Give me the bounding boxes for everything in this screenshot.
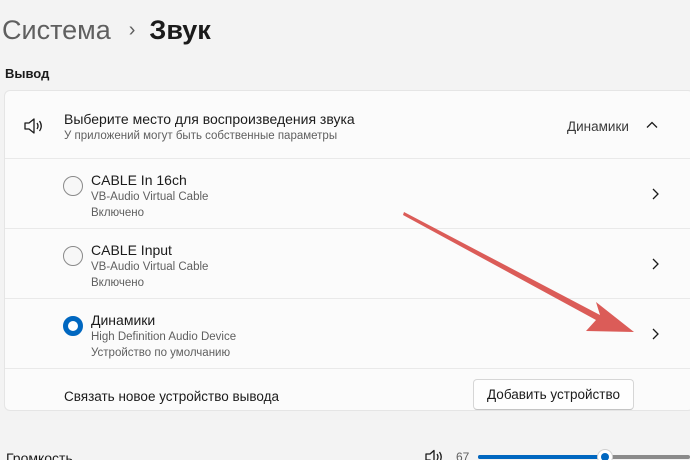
- device-name: CABLE In 16ch: [91, 172, 187, 188]
- output-section-label: Вывод: [5, 66, 50, 81]
- device-radio-speakers[interactable]: [63, 316, 83, 336]
- chevron-right-icon[interactable]: [649, 326, 661, 342]
- device-row-cable-input[interactable]: CABLE Input VB-Audio Virtual Cable Включ…: [5, 229, 690, 299]
- chevron-up-icon[interactable]: [645, 118, 659, 132]
- output-device-selector[interactable]: Выберите место для воспроизведения звука…: [5, 91, 690, 159]
- device-description: VB-Audio Virtual Cable: [91, 261, 209, 273]
- device-description: High Definition Audio Device: [91, 331, 237, 343]
- device-status: Устройство по умолчанию: [91, 347, 231, 359]
- breadcrumb-parent[interactable]: Система: [2, 15, 111, 46]
- output-selected-device: Динамики: [567, 119, 629, 134]
- device-row-speakers[interactable]: Динамики High Definition Audio Device Ус…: [5, 299, 690, 369]
- device-radio-cable-in-16ch[interactable]: [63, 176, 83, 196]
- output-selector-subtitle: У приложений могут быть собственные пара…: [64, 130, 338, 142]
- device-row-cable-in-16ch[interactable]: CABLE In 16ch VB-Audio Virtual Cable Вкл…: [5, 159, 690, 229]
- device-name: Динамики: [91, 312, 156, 328]
- device-description: VB-Audio Virtual Cable: [91, 191, 209, 203]
- volume-slider-fill: [478, 455, 606, 459]
- volume-slider-thumb[interactable]: [597, 449, 614, 460]
- output-selector-title: Выберите место для воспроизведения звука: [64, 111, 355, 127]
- page-title: Звук: [149, 14, 211, 45]
- output-panel: Выберите место для воспроизведения звука…: [4, 90, 690, 411]
- add-device-row: Связать новое устройство вывода Добавить…: [5, 369, 690, 410]
- add-device-button[interactable]: Добавить устройство: [473, 379, 634, 410]
- volume-label: Громкость: [6, 450, 73, 460]
- breadcrumb: Система › Звук: [2, 10, 211, 50]
- device-name: CABLE Input: [91, 242, 172, 258]
- add-device-label: Связать новое устройство вывода: [64, 389, 279, 404]
- device-status: Включено: [91, 277, 145, 289]
- volume-value: 67: [456, 450, 470, 460]
- speaker-icon[interactable]: [424, 449, 446, 460]
- breadcrumb-separator: ›: [128, 18, 136, 41]
- device-radio-cable-input[interactable]: [63, 246, 83, 266]
- device-status: Включено: [91, 207, 145, 219]
- chevron-right-icon[interactable]: [649, 256, 661, 272]
- chevron-right-icon[interactable]: [649, 186, 661, 202]
- speaker-icon: [24, 118, 42, 134]
